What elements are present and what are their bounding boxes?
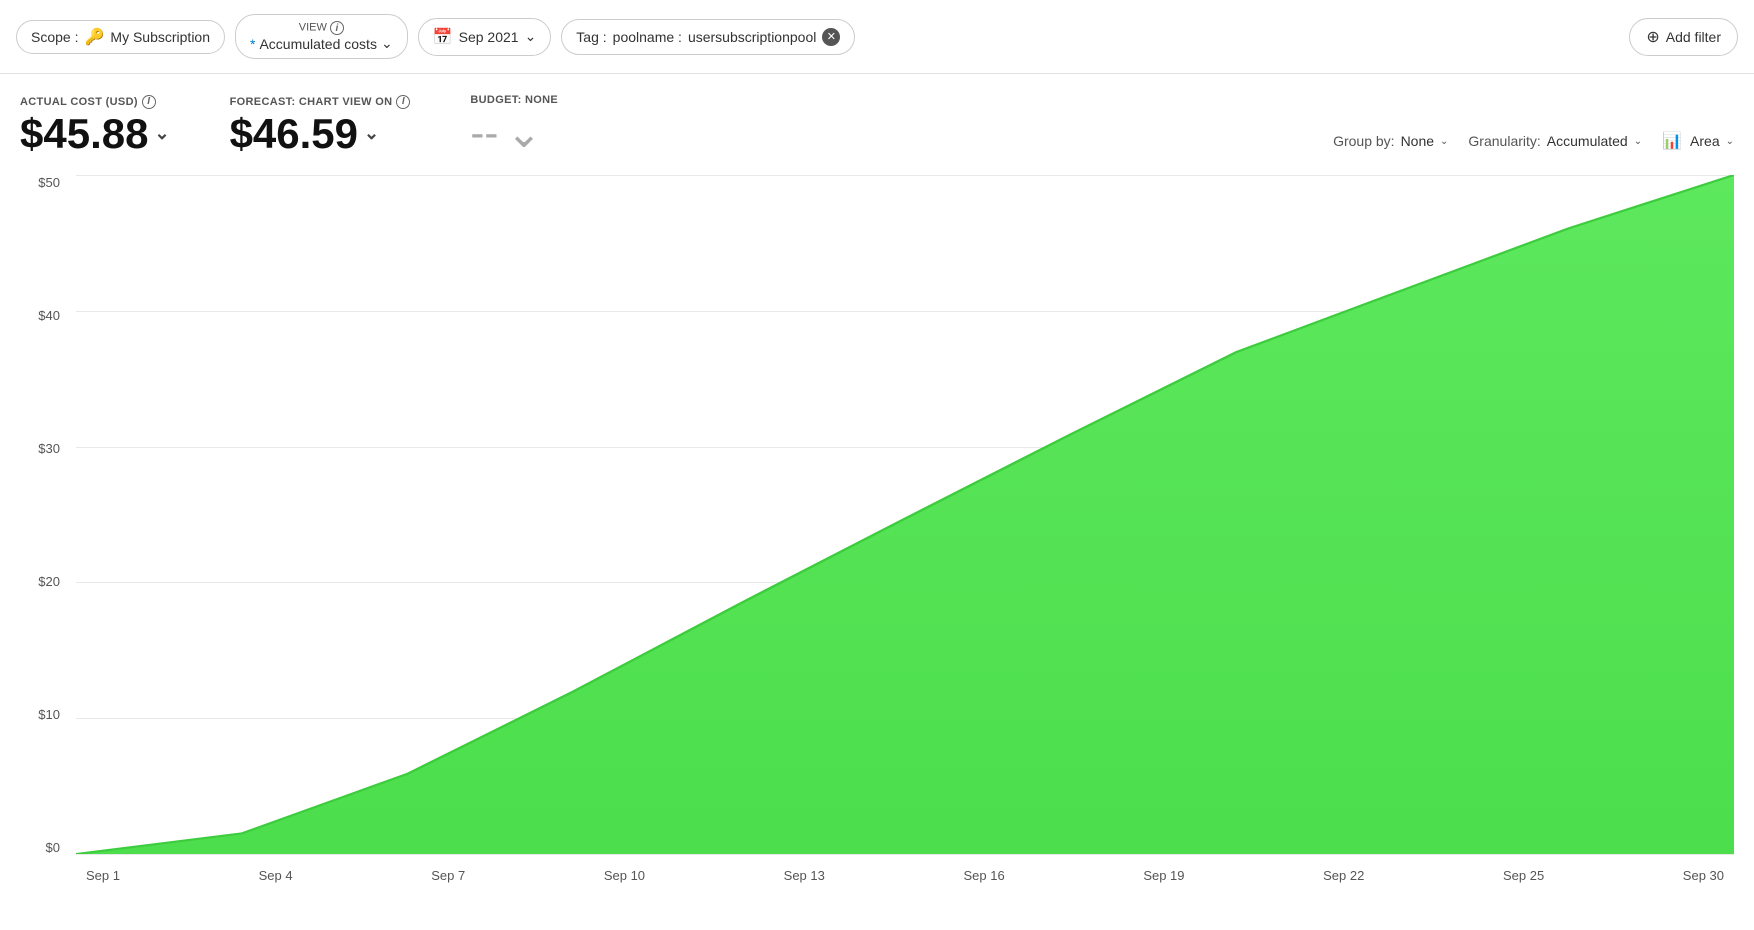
actual-cost-chevron-icon: ⌄	[154, 124, 169, 144]
budget-chevron-icon: ⌄	[506, 108, 541, 157]
budget-block: BUDGET: NONE -- ⌄	[470, 94, 558, 157]
scope-value: My Subscription	[110, 29, 210, 45]
granularity-control[interactable]: Granularity: Accumulated ⌄	[1468, 133, 1642, 149]
y-label-20: $20	[38, 574, 60, 589]
group-by-control[interactable]: Group by: None ⌄	[1333, 133, 1448, 149]
view-button[interactable]: VIEW i * Accumulated costs ⌄	[235, 14, 408, 59]
budget-label: BUDGET: NONE	[470, 94, 558, 106]
y-label-10: $10	[38, 707, 60, 722]
chart-type-control[interactable]: 📊 Area ⌄	[1662, 131, 1734, 151]
area-chart-icon: 📊	[1662, 131, 1682, 151]
chart-type-chevron-icon: ⌄	[1726, 136, 1734, 147]
x-label-sep22: Sep 22	[1323, 868, 1364, 883]
calendar-icon: 📅	[433, 27, 453, 47]
x-label-sep10: Sep 10	[604, 868, 645, 883]
forecast-value: $46.59 ⌄	[230, 111, 411, 157]
key-icon: 🔑	[84, 27, 104, 47]
forecast-label: FORECAST: CHART VIEW ON i	[230, 95, 411, 109]
chart-container: $50 $40 $30 $20 $10 $0	[0, 165, 1754, 895]
tag-label: Tag :	[576, 29, 606, 45]
forecast-block: FORECAST: CHART VIEW ON i $46.59 ⌄	[230, 95, 411, 157]
date-value: Sep 2021	[459, 29, 519, 45]
chart-type-value: Area	[1690, 133, 1720, 149]
chart-controls: Group by: None ⌄ Granularity: Accumulate…	[1333, 131, 1734, 157]
budget-value: -- ⌄	[470, 108, 558, 157]
x-axis: Sep 1 Sep 4 Sep 7 Sep 10 Sep 13 Sep 16 S…	[76, 855, 1734, 895]
view-label: VIEW i	[250, 21, 393, 35]
area-chart-svg	[76, 175, 1734, 854]
view-asterisk: *	[250, 36, 255, 52]
x-label-sep16: Sep 16	[963, 868, 1004, 883]
tag-key: poolname :	[613, 29, 682, 45]
y-label-40: $40	[38, 308, 60, 323]
actual-cost-value: $45.88 ⌄	[20, 111, 170, 157]
add-filter-button[interactable]: ⊕ Add filter	[1629, 18, 1738, 56]
granularity-label: Granularity:	[1468, 133, 1540, 149]
actual-cost-info-icon[interactable]: i	[142, 95, 156, 109]
x-label-sep1: Sep 1	[86, 868, 120, 883]
y-axis: $50 $40 $30 $20 $10 $0	[20, 175, 68, 855]
x-label-sep19: Sep 19	[1143, 868, 1184, 883]
x-label-sep7: Sep 7	[431, 868, 465, 883]
date-button[interactable]: 📅 Sep 2021 ⌄	[418, 18, 552, 56]
cost-area	[76, 175, 1734, 854]
y-label-50: $50	[38, 175, 60, 190]
actual-cost-label: ACTUAL COST (USD) i	[20, 95, 170, 109]
chart-inner: $50 $40 $30 $20 $10 $0	[20, 175, 1734, 895]
x-label-sep4: Sep 4	[259, 868, 293, 883]
tag-filter-button[interactable]: Tag : poolname : usersubscriptionpool ✕	[561, 19, 855, 55]
y-label-0: $0	[46, 840, 60, 855]
group-by-label: Group by:	[1333, 133, 1394, 149]
scope-label: Scope :	[31, 29, 78, 45]
group-by-chevron-icon: ⌄	[1440, 136, 1448, 147]
toolbar: Scope : 🔑 My Subscription VIEW i * Accum…	[0, 0, 1754, 74]
x-label-sep13: Sep 13	[784, 868, 825, 883]
x-label-sep30: Sep 30	[1683, 868, 1724, 883]
chart-plot	[76, 175, 1734, 855]
y-label-30: $30	[38, 441, 60, 456]
actual-cost-block: ACTUAL COST (USD) i $45.88 ⌄	[20, 95, 170, 157]
view-info-icon[interactable]: i	[330, 21, 344, 35]
granularity-chevron-icon: ⌄	[1634, 136, 1642, 147]
group-by-value: None	[1401, 133, 1434, 149]
forecast-info-icon[interactable]: i	[396, 95, 410, 109]
scope-button[interactable]: Scope : 🔑 My Subscription	[16, 20, 225, 54]
x-label-sep25: Sep 25	[1503, 868, 1544, 883]
view-value: * Accumulated costs ⌄	[250, 35, 393, 52]
date-chevron-icon: ⌄	[525, 28, 537, 45]
view-chevron-icon: ⌄	[381, 35, 393, 52]
forecast-chevron-icon: ⌄	[364, 124, 379, 144]
tag-value: usersubscriptionpool	[688, 29, 816, 45]
tag-remove-button[interactable]: ✕	[822, 28, 840, 46]
granularity-value: Accumulated	[1547, 133, 1628, 149]
stats-row: ACTUAL COST (USD) i $45.88 ⌄ FORECAST: C…	[0, 74, 1754, 165]
add-filter-icon: ⊕	[1646, 27, 1659, 47]
add-filter-label: Add filter	[1666, 29, 1721, 45]
